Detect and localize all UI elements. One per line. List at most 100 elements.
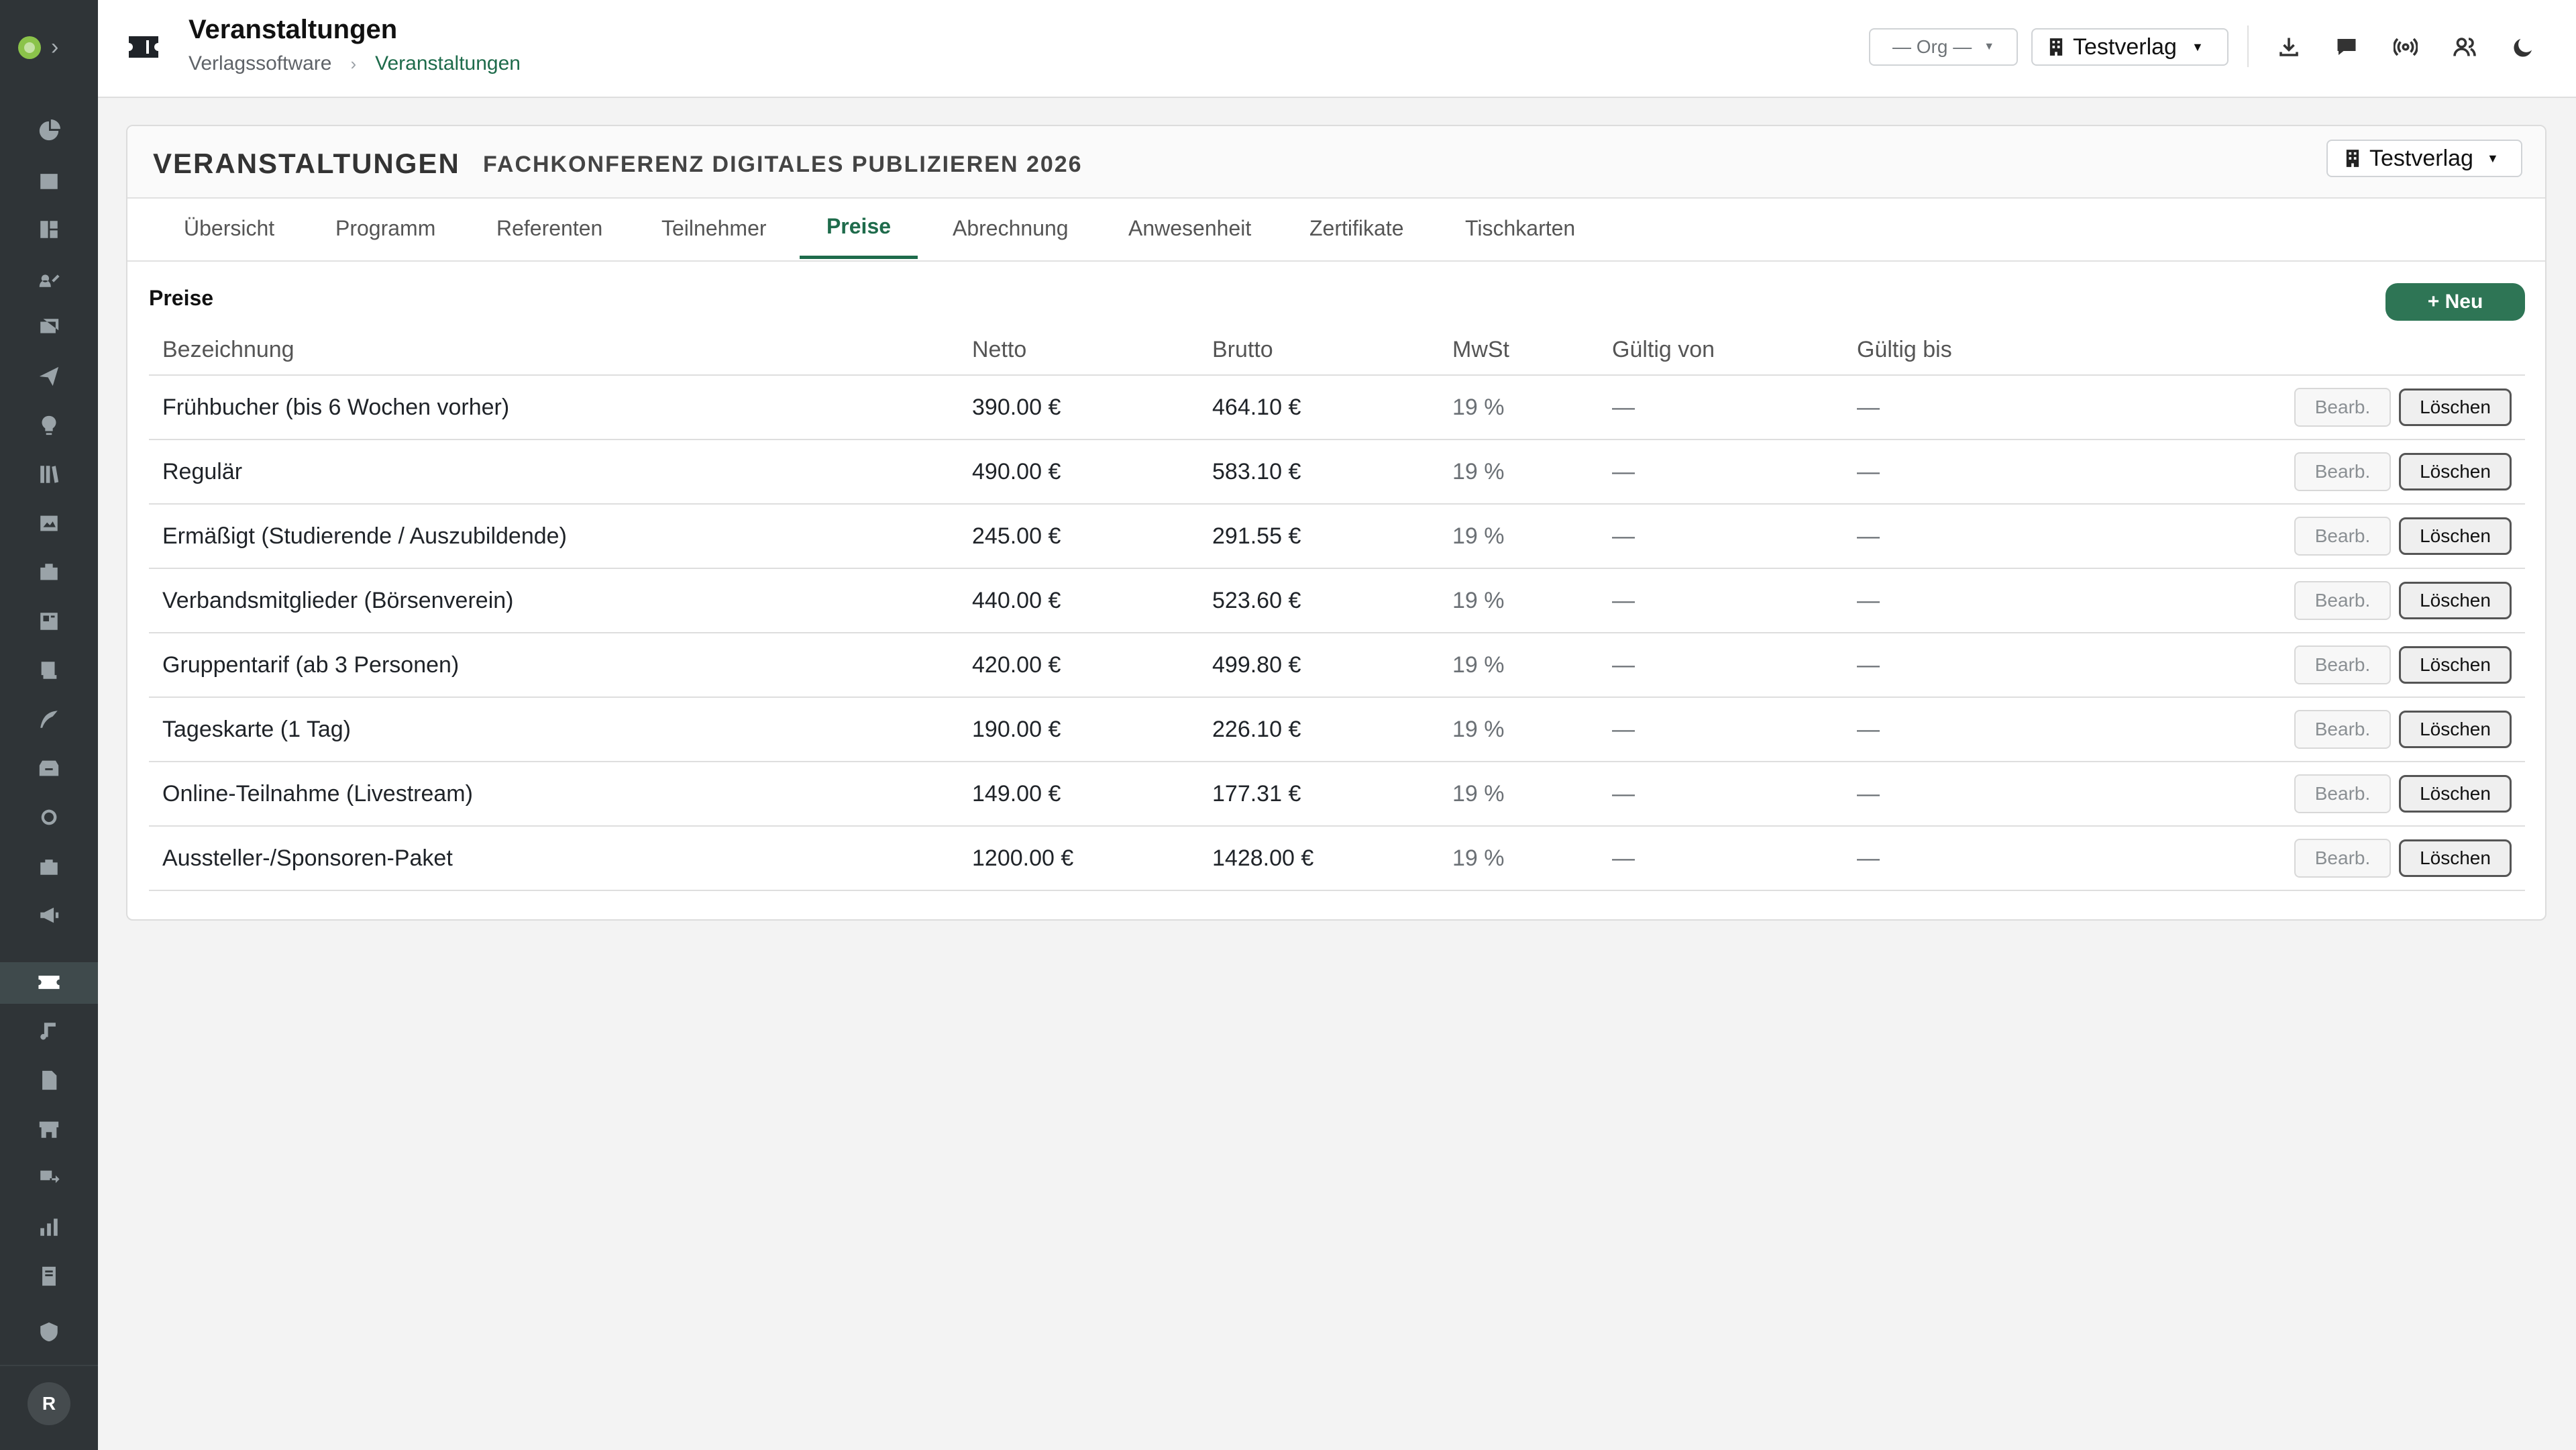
price-brutto: 1428.00 €: [1212, 826, 1452, 891]
prices-heading: Preise: [149, 286, 214, 310]
author-icon[interactable]: [32, 262, 66, 295]
tab-abrechnung[interactable]: Abrechnung: [953, 197, 1069, 259]
tab-preise[interactable]: Preise: [800, 197, 918, 259]
delete-button[interactable]: Löschen: [2399, 453, 2512, 490]
price-valid-to: —: [1857, 439, 2125, 505]
broadcast-icon[interactable]: [2388, 30, 2423, 64]
sidebar-expand-chevron-icon[interactable]: ›: [51, 34, 58, 60]
moon-icon[interactable]: [2506, 30, 2541, 64]
price-netto: 149.00 €: [972, 762, 1212, 827]
calendar-icon[interactable]: [32, 164, 66, 197]
lightbulb-icon[interactable]: [32, 409, 66, 442]
prices-table: Bezeichnung Netto Brutto MwSt Gültig von…: [149, 325, 2525, 891]
megaphone-icon[interactable]: [32, 898, 66, 932]
edit-button[interactable]: Bearb.: [2294, 581, 2391, 620]
publisher-select[interactable]: Testverlag ▼: [2031, 28, 2229, 66]
music-icon[interactable]: [32, 1015, 66, 1048]
price-name: Regulär: [149, 439, 972, 505]
tab-referenten[interactable]: Referenten: [496, 197, 602, 259]
delete-button[interactable]: Löschen: [2399, 389, 2512, 426]
card-publisher-select[interactable]: Testverlag ▼: [2326, 140, 2522, 177]
breadcrumb-item-root[interactable]: Verlagssoftware: [189, 52, 331, 75]
price-brutto: 523.60 €: [1212, 568, 1452, 633]
layout-icon[interactable]: [32, 213, 66, 246]
frame-icon[interactable]: [32, 605, 66, 638]
event-title: FACHKONFERENZ DIGITALES PUBLIZIEREN 2026: [483, 152, 1083, 177]
edit-button[interactable]: Bearb.: [2294, 517, 2391, 556]
delete-button[interactable]: Löschen: [2399, 517, 2512, 555]
chart-icon[interactable]: [32, 1210, 66, 1244]
column-header-brutto[interactable]: Brutto: [1212, 325, 1452, 376]
tab-tischkarten[interactable]: Tischkarten: [1465, 197, 1575, 259]
price-mwst: 19 %: [1452, 633, 1612, 698]
price-name: Online-Teilnahme (Livestream): [149, 762, 972, 827]
edit-button[interactable]: Bearb.: [2294, 388, 2391, 427]
store-icon[interactable]: [32, 1112, 66, 1146]
briefcase-icon[interactable]: [32, 556, 66, 589]
delete-button[interactable]: Löschen: [2399, 582, 2512, 619]
org-select-value: — Org —: [1892, 36, 1972, 57]
column-header-gueltig-von[interactable]: Gültig von: [1612, 325, 1857, 376]
users-icon[interactable]: [2447, 30, 2482, 64]
ledger-icon[interactable]: [32, 1259, 66, 1293]
new-price-button[interactable]: + Neu: [2385, 283, 2525, 321]
delete-button[interactable]: Löschen: [2399, 711, 2512, 748]
edit-button[interactable]: Bearb.: [2294, 645, 2391, 684]
price-name: Frühbucher (bis 6 Wochen vorher): [149, 375, 972, 440]
inbox-icon[interactable]: [32, 311, 66, 344]
breadcrumb-item-current[interactable]: Veranstaltungen: [375, 52, 521, 75]
price-brutto: 583.10 €: [1212, 439, 1452, 505]
price-mwst: 19 %: [1452, 504, 1612, 569]
building-icon: [2049, 38, 2063, 56]
tab-zertifikate[interactable]: Zertifikate: [1309, 197, 1403, 259]
image-icon[interactable]: [32, 507, 66, 540]
quill-icon[interactable]: [32, 703, 66, 736]
ticket-icon[interactable]: [32, 966, 66, 999]
org-select[interactable]: — Org — ▼: [1869, 28, 2018, 66]
table-row: Frühbucher (bis 6 Wochen vorher) 390.00 €…: [149, 375, 2525, 440]
document-icon[interactable]: [32, 1064, 66, 1097]
dashboard-icon[interactable]: [32, 114, 66, 148]
price-valid-to: —: [1857, 568, 2125, 633]
column-header-netto[interactable]: Netto: [972, 325, 1212, 376]
breadcrumb: Verlagssoftware › Veranstaltungen: [189, 52, 521, 75]
tab-uebersicht[interactable]: Übersicht: [184, 197, 274, 259]
price-valid-from: —: [1612, 568, 1857, 633]
send-icon[interactable]: [32, 360, 66, 393]
price-netto: 190.00 €: [972, 697, 1212, 762]
delete-button[interactable]: Löschen: [2399, 839, 2512, 877]
edit-button[interactable]: Bearb.: [2294, 839, 2391, 878]
download-icon[interactable]: [2271, 30, 2306, 64]
edit-button[interactable]: Bearb.: [2294, 452, 2391, 491]
column-header-bezeichnung[interactable]: Bezeichnung: [149, 325, 972, 376]
book-icon[interactable]: [32, 654, 66, 687]
circle-icon[interactable]: [32, 800, 66, 834]
tab-programm[interactable]: Programm: [335, 197, 435, 259]
price-mwst: 19 %: [1452, 826, 1612, 891]
user-avatar[interactable]: R: [28, 1382, 70, 1425]
chat-icon[interactable]: [2329, 30, 2364, 64]
column-header-actions: [2125, 325, 2525, 376]
tab-teilnehmer[interactable]: Teilnehmer: [661, 197, 767, 259]
table-row: Verbandsmitglieder (Börsenverein) 440.00 …: [149, 568, 2525, 633]
publisher-select-value: Testverlag: [2073, 34, 2177, 60]
row-actions: Bearb. Löschen: [2125, 697, 2525, 762]
delete-button[interactable]: Löschen: [2399, 646, 2512, 684]
column-header-mwst[interactable]: MwSt: [1452, 325, 1612, 376]
price-valid-to: —: [1857, 504, 2125, 569]
shield-icon[interactable]: [32, 1315, 66, 1349]
bag-icon[interactable]: [32, 849, 66, 883]
edit-button[interactable]: Bearb.: [2294, 710, 2391, 749]
price-name: Verbandsmitglieder (Börsenverein): [149, 568, 972, 633]
app-logo[interactable]: [18, 36, 41, 59]
delete-button[interactable]: Löschen: [2399, 775, 2512, 813]
edit-button[interactable]: Bearb.: [2294, 774, 2391, 813]
price-netto: 440.00 €: [972, 568, 1212, 633]
column-header-gueltig-bis[interactable]: Gültig bis: [1857, 325, 2125, 376]
price-name: Gruppentarif (ab 3 Personen): [149, 633, 972, 698]
library-icon[interactable]: [32, 458, 66, 491]
transfer-icon[interactable]: [32, 1161, 66, 1195]
price-valid-from: —: [1612, 375, 1857, 440]
archive-icon[interactable]: [32, 752, 66, 785]
tab-anwesenheit[interactable]: Anwesenheit: [1128, 197, 1251, 259]
